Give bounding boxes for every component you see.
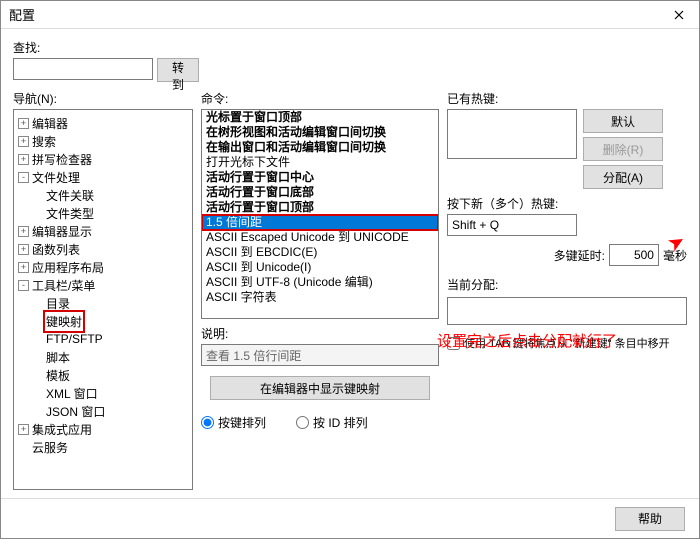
show-keymap-button[interactable]: 在编辑器中显示键映射 [210, 376, 430, 400]
help-button[interactable]: 帮助 [615, 507, 685, 531]
tree-item-label: 文件类型 [46, 205, 94, 222]
tree-item-label: 键映射 [46, 313, 82, 330]
tree-indent [32, 406, 43, 417]
tree-item-label: 函数列表 [32, 241, 80, 258]
expand-icon[interactable]: + [18, 154, 29, 165]
tree-item[interactable]: 模板 [16, 366, 190, 384]
tree-item-label: 编辑器 [32, 115, 68, 132]
current-assign-box [447, 297, 687, 325]
command-item[interactable]: 光标置于窗口顶部 [202, 110, 438, 125]
tree-item[interactable]: +集成式应用 [16, 420, 190, 438]
tree-item[interactable]: +编辑器 [16, 114, 190, 132]
tree-item[interactable]: +应用程序布局 [16, 258, 190, 276]
tree-item[interactable]: 文件类型 [16, 204, 190, 222]
press-new-label: 按下新（多个）热键: [447, 195, 687, 212]
assign-button[interactable]: 分配(A) [583, 165, 663, 189]
tree-item[interactable]: +搜索 [16, 132, 190, 150]
tree-indent [32, 190, 43, 201]
nav-label: 导航(N): [13, 90, 193, 107]
existing-hotkey-label: 已有热键: [447, 90, 687, 107]
tree-indent [32, 370, 43, 381]
tree-item-label: 模板 [46, 367, 70, 384]
command-item[interactable]: ASCII 到 UTF-8 (Unicode 编辑) [202, 275, 438, 290]
command-item[interactable]: ASCII 到 EBCDIC(E) [202, 245, 438, 260]
tree-indent [32, 316, 43, 327]
tree-item[interactable]: -工具栏/菜单 [16, 276, 190, 294]
tree-item-label: 编辑器显示 [32, 223, 92, 240]
expand-icon[interactable]: + [18, 226, 29, 237]
tree-item-label: 应用程序布局 [32, 259, 104, 276]
tree-item-label: 拼写检查器 [32, 151, 92, 168]
tree-item-label: 搜索 [32, 133, 56, 150]
tree-item[interactable]: +函数列表 [16, 240, 190, 258]
close-button[interactable] [659, 1, 699, 29]
tree-item-label: 集成式应用 [32, 421, 92, 438]
command-item[interactable]: ASCII Escaped Unicode 到 UNICODE [202, 230, 438, 245]
desc-value: 查看 1.5 倍行间距 [201, 344, 439, 366]
collapse-icon[interactable]: - [18, 172, 29, 183]
sort-by-id-radio[interactable]: 按 ID 排列 [296, 414, 368, 431]
tree-item[interactable]: +拼写检查器 [16, 150, 190, 168]
press-new-input[interactable] [447, 214, 577, 236]
command-item[interactable]: 在输出窗口和活动编辑窗口间切换 [202, 140, 438, 155]
expand-icon[interactable]: + [18, 262, 29, 273]
collapse-icon[interactable]: - [18, 280, 29, 291]
tree-item[interactable]: 目录 [16, 294, 190, 312]
tree-indent [32, 352, 43, 363]
tree-item[interactable]: JSON 窗口 [16, 402, 190, 420]
search-input[interactable] [13, 58, 153, 80]
tree-indent [18, 442, 29, 453]
tree-item[interactable]: 键映射 [16, 312, 190, 330]
nav-tree[interactable]: +编辑器+搜索+拼写检查器-文件处理文件关联文件类型+编辑器显示+函数列表+应用… [13, 109, 193, 490]
expand-icon[interactable]: + [18, 244, 29, 255]
expand-icon[interactable]: + [18, 136, 29, 147]
tree-item-label: 目录 [46, 295, 70, 312]
command-item[interactable]: ASCII 字符表 [202, 290, 438, 305]
command-item[interactable]: 在树形视图和活动编辑窗口间切换 [202, 125, 438, 140]
tree-item[interactable]: FTP/SFTP [16, 330, 190, 348]
command-item[interactable]: ASCII 到 Unicode(I) [202, 260, 438, 275]
command-item[interactable]: 1.5 倍间距 [202, 215, 438, 230]
tree-item[interactable]: 文件关联 [16, 186, 190, 204]
sort-by-key-radio[interactable]: 按键排列 [201, 414, 266, 431]
go-button[interactable]: 转到 [157, 58, 199, 82]
commands-label: 命令: [201, 90, 439, 107]
tree-item-label: JSON 窗口 [46, 403, 105, 420]
delay-label: 多键延时: [554, 247, 605, 264]
existing-hotkey-box[interactable] [447, 109, 577, 159]
search-label: 查找: [13, 39, 199, 56]
tree-item[interactable]: 云服务 [16, 438, 190, 456]
tree-item[interactable]: XML 窗口 [16, 384, 190, 402]
expand-icon[interactable]: + [18, 118, 29, 129]
tree-item-label: 工具栏/菜单 [32, 277, 95, 294]
tree-indent [32, 208, 43, 219]
tree-item-label: 文件关联 [46, 187, 94, 204]
tree-indent [32, 298, 43, 309]
tree-item[interactable]: -文件处理 [16, 168, 190, 186]
tree-indent [32, 334, 43, 345]
window-title: 配置 [9, 5, 659, 24]
tree-item-label: FTP/SFTP [46, 332, 103, 346]
current-assign-label: 当前分配: [447, 276, 687, 293]
command-item[interactable]: 活动行置于窗口中心 [202, 170, 438, 185]
default-button[interactable]: 默认 [583, 109, 663, 133]
tree-item-label: XML 窗口 [46, 385, 98, 402]
annotation-text: 设置完之后点击分配就行了 [437, 330, 617, 351]
delay-input[interactable] [609, 244, 659, 266]
desc-label: 说明: [201, 325, 439, 342]
tree-indent [32, 388, 43, 399]
command-list[interactable]: 光标置于窗口顶部在树形视图和活动编辑窗口间切换在输出窗口和活动编辑窗口间切换打开… [201, 109, 439, 319]
tree-item[interactable]: 脚本 [16, 348, 190, 366]
tree-item-label: 脚本 [46, 349, 70, 366]
command-item[interactable]: 活动行置于窗口顶部 [202, 200, 438, 215]
expand-icon[interactable]: + [18, 424, 29, 435]
command-item[interactable]: 活动行置于窗口底部 [202, 185, 438, 200]
tree-item-label: 云服务 [32, 439, 68, 456]
delete-button[interactable]: 删除(R) [583, 137, 663, 161]
command-item[interactable]: 打开光标下文件 [202, 155, 438, 170]
tree-item-label: 文件处理 [32, 169, 80, 186]
tree-item[interactable]: +编辑器显示 [16, 222, 190, 240]
